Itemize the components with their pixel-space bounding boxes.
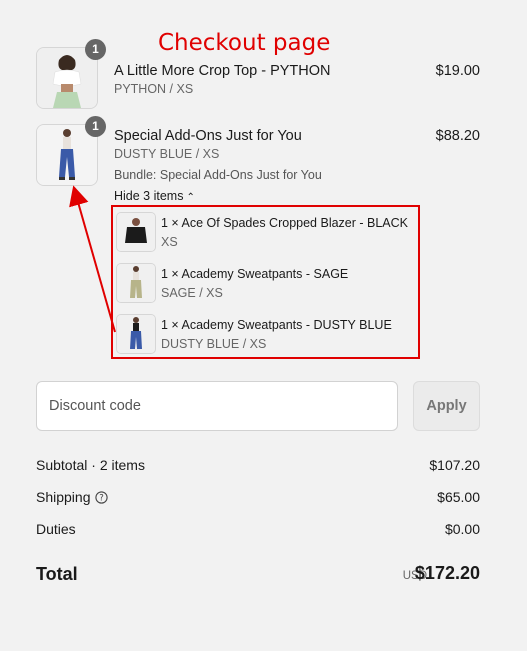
question-circle-icon[interactable]: ? bbox=[94, 491, 108, 507]
blazer-image bbox=[117, 213, 155, 251]
sage-sweatpants-image bbox=[117, 264, 155, 302]
shipping-value: $65.00 bbox=[437, 489, 480, 505]
line-item-add-ons: 1 Special Add-Ons Just for You DUSTY BLU… bbox=[36, 116, 480, 204]
item-variant: DUSTY BLUE / XS bbox=[114, 147, 220, 161]
bundle-item-variant: SAGE / XS bbox=[161, 286, 223, 300]
duties-value: $0.00 bbox=[444, 521, 480, 537]
discount-code-input[interactable] bbox=[36, 381, 398, 431]
bundle-item-variant: XS bbox=[161, 235, 178, 249]
bundle-item: 1 × Academy Sweatpants - DUSTY BLUE DUST… bbox=[113, 312, 418, 356]
chevron-up-icon: ⌃ bbox=[186, 192, 195, 203]
bundle-item-title: 1 × Academy Sweatpants - SAGE bbox=[161, 267, 349, 281]
line-item-crop-top: 1 A Little More Crop Top - PYTHON PYTHON… bbox=[36, 39, 480, 109]
bundle-item: 1 × Academy Sweatpants - SAGE SAGE / XS bbox=[113, 261, 418, 305]
bundle-item-thumbnail bbox=[116, 314, 156, 354]
quantity-badge: 1 bbox=[85, 116, 106, 137]
hide-items-toggle[interactable]: Hide 3 items ⌃ bbox=[114, 189, 195, 203]
shipping-label: Shipping bbox=[36, 489, 91, 505]
subtotal-label: Subtotal · 2 items bbox=[36, 457, 145, 473]
item-title: Special Add-Ons Just for You bbox=[114, 128, 302, 144]
bundle-item-title: 1 × Ace Of Spades Cropped Blazer - BLACK bbox=[161, 216, 409, 230]
apply-discount-button[interactable]: Apply bbox=[413, 381, 480, 431]
duties-label: Duties bbox=[36, 521, 76, 537]
dusty-blue-sweatpants-image bbox=[117, 315, 155, 353]
item-price: $19.00 bbox=[435, 63, 480, 79]
total-label: Total bbox=[36, 564, 78, 584]
svg-text:?: ? bbox=[99, 494, 104, 504]
item-price: $88.20 bbox=[435, 128, 480, 144]
quantity-badge: 1 bbox=[85, 39, 106, 60]
item-variant: PYTHON / XS bbox=[114, 82, 194, 96]
bundle-items-highlight: 1 × Ace Of Spades Cropped Blazer - BLACK… bbox=[111, 205, 420, 359]
total-value: $172.20 bbox=[414, 563, 480, 583]
hide-items-label: Hide 3 items bbox=[114, 189, 184, 203]
bundle-item: 1 × Ace Of Spades Cropped Blazer - BLACK… bbox=[113, 210, 418, 254]
bundle-item-title: 1 × Academy Sweatpants - DUSTY BLUE bbox=[161, 318, 392, 332]
bundle-item-thumbnail bbox=[116, 212, 156, 252]
subtotal-value: $107.20 bbox=[429, 457, 480, 473]
bundle-item-thumbnail bbox=[116, 263, 156, 303]
bundle-item-variant: DUSTY BLUE / XS bbox=[161, 337, 267, 351]
bundle-text: Bundle: Special Add-Ons Just for You bbox=[114, 168, 322, 182]
item-title: A Little More Crop Top - PYTHON bbox=[114, 63, 331, 79]
